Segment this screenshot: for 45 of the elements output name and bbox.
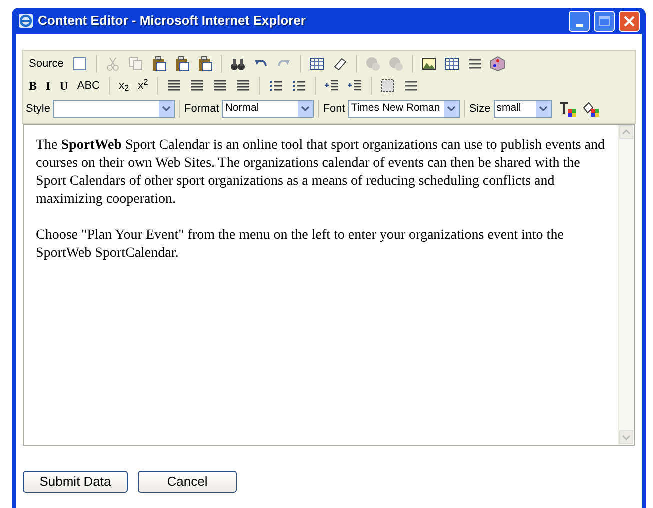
align-icon[interactable] (212, 78, 228, 94)
select-field[interactable]: Times New Roman (348, 100, 460, 118)
toolbar-button[interactable]: U (56, 77, 72, 95)
maximize-button[interactable] (594, 10, 615, 32)
image-icon[interactable] (420, 56, 437, 72)
toolbar-button[interactable]: Source (26, 55, 67, 73)
list-icon[interactable] (268, 78, 284, 94)
paragraph: Choose "Plan Your Event" from the menu on the left to enter your organizations event into the SportWeb SportCalendar. (36, 227, 565, 263)
submit-button[interactable]: Submit Data (23, 471, 128, 493)
toolbar-button[interactable]: B (26, 77, 40, 95)
align-icon[interactable] (189, 78, 206, 94)
clipboard-icon[interactable] (150, 56, 167, 72)
checkbox-icon[interactable] (72, 56, 88, 72)
window-title: Content Editor - Microsoft Internet Explorer (38, 12, 307, 30)
editor-area[interactable] (23, 124, 635, 446)
table-icon[interactable] (444, 56, 460, 72)
paragraph: The SportWeb Sport Calendar is an online tool that sport organizations can use to publish events and courses on their own Web Sites. The organizations calendar of events can then be shared with the Sport Calendars of other sport organizations as a means of reducing scheduling conflicts and maximizing cooperation. (36, 137, 606, 209)
paint-bucket-icon[interactable] (582, 101, 600, 117)
clipboard-icon[interactable] (196, 56, 213, 72)
align-icon[interactable] (166, 78, 182, 94)
toolbar-button[interactable]: I (43, 77, 54, 95)
select-field[interactable] (53, 100, 176, 118)
table-icon[interactable] (308, 56, 325, 72)
div-container-icon[interactable] (380, 78, 396, 94)
toolbar-button[interactable]: ABC (74, 77, 103, 95)
select-field[interactable]: Normal (222, 100, 314, 118)
select-label: Style (26, 102, 50, 117)
close-button[interactable] (619, 10, 640, 32)
binoculars-icon[interactable] (230, 56, 246, 72)
list-icon[interactable] (291, 78, 308, 94)
cube-icon[interactable] (490, 56, 506, 72)
eraser-icon[interactable] (332, 56, 348, 72)
select-label: Format (184, 102, 220, 117)
clipboard-icon[interactable] (174, 56, 190, 72)
toolbar-button[interactable]: x$^{2}$ (135, 77, 152, 95)
cancel-button[interactable]: Cancel (138, 471, 237, 493)
minimize-button[interactable] (569, 10, 590, 32)
select-label: Size (469, 102, 491, 117)
align-icon[interactable] (235, 78, 252, 94)
text-color-icon[interactable] (558, 101, 577, 117)
browser-icon (18, 13, 34, 29)
select-field[interactable]: small (494, 100, 552, 118)
close-icon (624, 16, 635, 26)
toolbar-button[interactable]: x$_{2}$ (116, 77, 132, 95)
select-label: Font (323, 102, 346, 117)
